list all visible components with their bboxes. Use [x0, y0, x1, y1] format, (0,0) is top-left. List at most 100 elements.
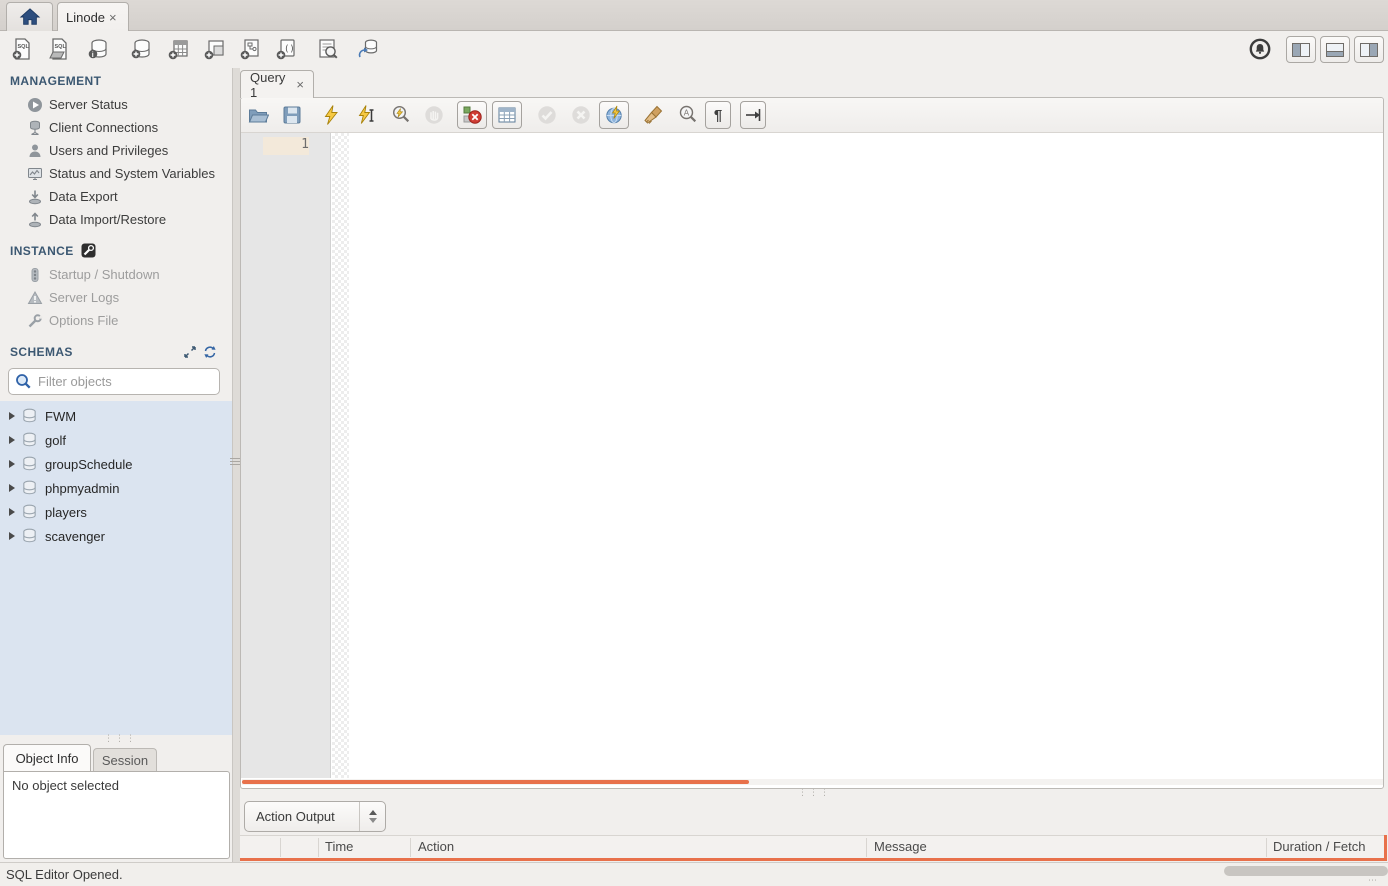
home-tab[interactable]: [6, 2, 53, 31]
connection-tab[interactable]: Linode ×: [57, 2, 129, 31]
create-function-icon[interactable]: (): [272, 35, 300, 63]
editor-fold-margin: [332, 133, 349, 778]
query-tab-label: Query 1: [250, 70, 291, 100]
schema-row-scavenger[interactable]: scavenger: [0, 524, 232, 548]
beautify-script-icon[interactable]: [640, 102, 666, 128]
expander-icon[interactable]: [9, 460, 15, 468]
explain-plan-icon[interactable]: [388, 102, 414, 128]
object-info-text: No object selected: [12, 778, 119, 793]
schema-row-phpmyadmin[interactable]: phpmyadmin: [0, 476, 232, 500]
inspect-database-icon[interactable]: i: [84, 35, 112, 63]
expander-icon[interactable]: [9, 508, 15, 516]
refresh-schemas-icon[interactable]: [203, 345, 217, 359]
sidebar-item-options-file[interactable]: Options File: [0, 309, 232, 332]
execute-current-statement-icon[interactable]: [353, 102, 379, 128]
toggle-invisible-characters-icon[interactable]: ¶: [705, 101, 731, 129]
data-export-icon: [26, 188, 43, 205]
sidebar-item-label: Client Connections: [49, 120, 158, 135]
schema-label: scavenger: [45, 529, 105, 544]
tab-query-1[interactable]: Query 1 ×: [240, 70, 314, 98]
spinner-arrows-icon[interactable]: [359, 802, 385, 831]
expander-icon[interactable]: [9, 532, 15, 540]
schema-row-fwm[interactable]: FWM: [0, 404, 232, 428]
notification-icon[interactable]: [1246, 35, 1274, 63]
save-icon[interactable]: [279, 102, 305, 128]
expand-schemas-icon[interactable]: [183, 345, 197, 359]
sidebar-splitter[interactable]: [232, 68, 240, 862]
sidebar-item-data-export[interactable]: Data Export: [0, 185, 232, 208]
output-scrollbar-vertical[interactable]: [1384, 835, 1387, 861]
schema-row-groupschedule[interactable]: groupSchedule: [0, 452, 232, 476]
column-header-message[interactable]: Message: [874, 839, 927, 854]
create-procedure-icon[interactable]: [236, 35, 264, 63]
create-table-icon[interactable]: [164, 35, 192, 63]
create-view-icon[interactable]: [200, 35, 228, 63]
document-tabstrip: Linode ×: [0, 0, 1388, 31]
sidebar-item-users-privileges[interactable]: Users and Privileges: [0, 139, 232, 162]
output-splitter-handle[interactable]: ⋮⋮⋮: [798, 790, 831, 794]
client-connections-icon: [26, 119, 43, 136]
sidebar-item-status-variables[interactable]: Status and System Variables: [0, 162, 232, 185]
sql-text-area[interactable]: [349, 133, 1383, 778]
filter-objects-input[interactable]: [38, 374, 214, 389]
column-header-action[interactable]: Action: [418, 839, 454, 854]
close-icon[interactable]: ×: [296, 78, 304, 91]
tab-object-info-label: Object Info: [16, 751, 79, 766]
open-sql-script-icon[interactable]: SQL: [45, 35, 73, 63]
svg-text:(): (): [284, 45, 295, 55]
sidebar-item-label: Data Export: [49, 189, 118, 204]
open-file-icon[interactable]: [245, 102, 271, 128]
toggle-right-sidebar[interactable]: [1354, 36, 1384, 63]
editor-horizontal-scrollbar[interactable]: [242, 779, 1383, 785]
expander-icon[interactable]: [9, 412, 15, 420]
sidebar-item-client-connections[interactable]: Client Connections: [0, 116, 232, 139]
commit-icon[interactable]: [534, 102, 560, 128]
sidebar-item-startup-shutdown[interactable]: Startup / Shutdown: [0, 263, 232, 286]
stop-query-icon[interactable]: [421, 102, 447, 128]
toggle-autocommit-icon[interactable]: [599, 101, 629, 129]
column-header-duration[interactable]: Duration / Fetch: [1273, 839, 1385, 854]
schema-row-players[interactable]: players: [0, 500, 232, 524]
toggle-word-wrap-icon[interactable]: [740, 101, 766, 129]
editor-line-number-gutter: 1: [241, 133, 331, 778]
editor-horizontal-scrollbar-thumb[interactable]: [242, 780, 749, 784]
toggle-limit-rows-icon[interactable]: [492, 101, 522, 129]
new-sql-tab-icon[interactable]: SQL: [8, 35, 36, 63]
home-icon: [19, 7, 41, 27]
sidebar: MANAGEMENT Server Status Client Connecti…: [0, 68, 232, 862]
reconnect-database-icon[interactable]: [354, 35, 382, 63]
schema-tree: FWM golf groupSchedule phpmyadmin player: [0, 401, 232, 735]
find-icon[interactable]: A: [675, 102, 701, 128]
schema-row-golf[interactable]: golf: [0, 428, 232, 452]
output-type-select[interactable]: Action Output: [244, 801, 386, 832]
search-icon: [15, 373, 32, 390]
search-table-data-icon[interactable]: [314, 35, 342, 63]
sidebar-item-data-import[interactable]: Data Import/Restore: [0, 208, 232, 231]
toggle-stop-on-error-icon[interactable]: [457, 101, 487, 129]
tab-session[interactable]: Session: [93, 748, 157, 772]
users-privileges-icon: [26, 142, 43, 159]
schema-label: phpmyadmin: [45, 481, 119, 496]
column-header-time[interactable]: Time: [325, 839, 353, 854]
schema-label: groupSchedule: [45, 457, 132, 472]
sidebar-item-server-status[interactable]: Server Status: [0, 93, 232, 116]
tab-object-info[interactable]: Object Info: [3, 744, 91, 772]
output-overlay-scrollbar-thumb[interactable]: [1224, 866, 1388, 876]
line-number: 1: [263, 137, 309, 155]
sidebar-item-server-logs[interactable]: Server Logs: [0, 286, 232, 309]
create-schema-icon[interactable]: [127, 35, 155, 63]
close-icon[interactable]: ×: [109, 11, 117, 24]
sidebar-splitter-handle[interactable]: ⋮⋮⋮: [104, 736, 137, 740]
instance-admin-badge-icon: [81, 243, 96, 258]
schema-icon: [22, 504, 37, 520]
expander-icon[interactable]: [9, 436, 15, 444]
object-info-panel: No object selected: [3, 771, 230, 859]
output-scrollbar-horizontal[interactable]: [240, 858, 1386, 861]
execute-query-icon[interactable]: [318, 102, 344, 128]
sidebar-item-label: Options File: [49, 313, 118, 328]
rollback-icon[interactable]: [568, 102, 594, 128]
expander-icon[interactable]: [9, 484, 15, 492]
toggle-left-sidebar[interactable]: [1286, 36, 1316, 63]
svg-text:SQL: SQL: [55, 44, 67, 50]
toggle-bottom-output[interactable]: [1320, 36, 1350, 63]
